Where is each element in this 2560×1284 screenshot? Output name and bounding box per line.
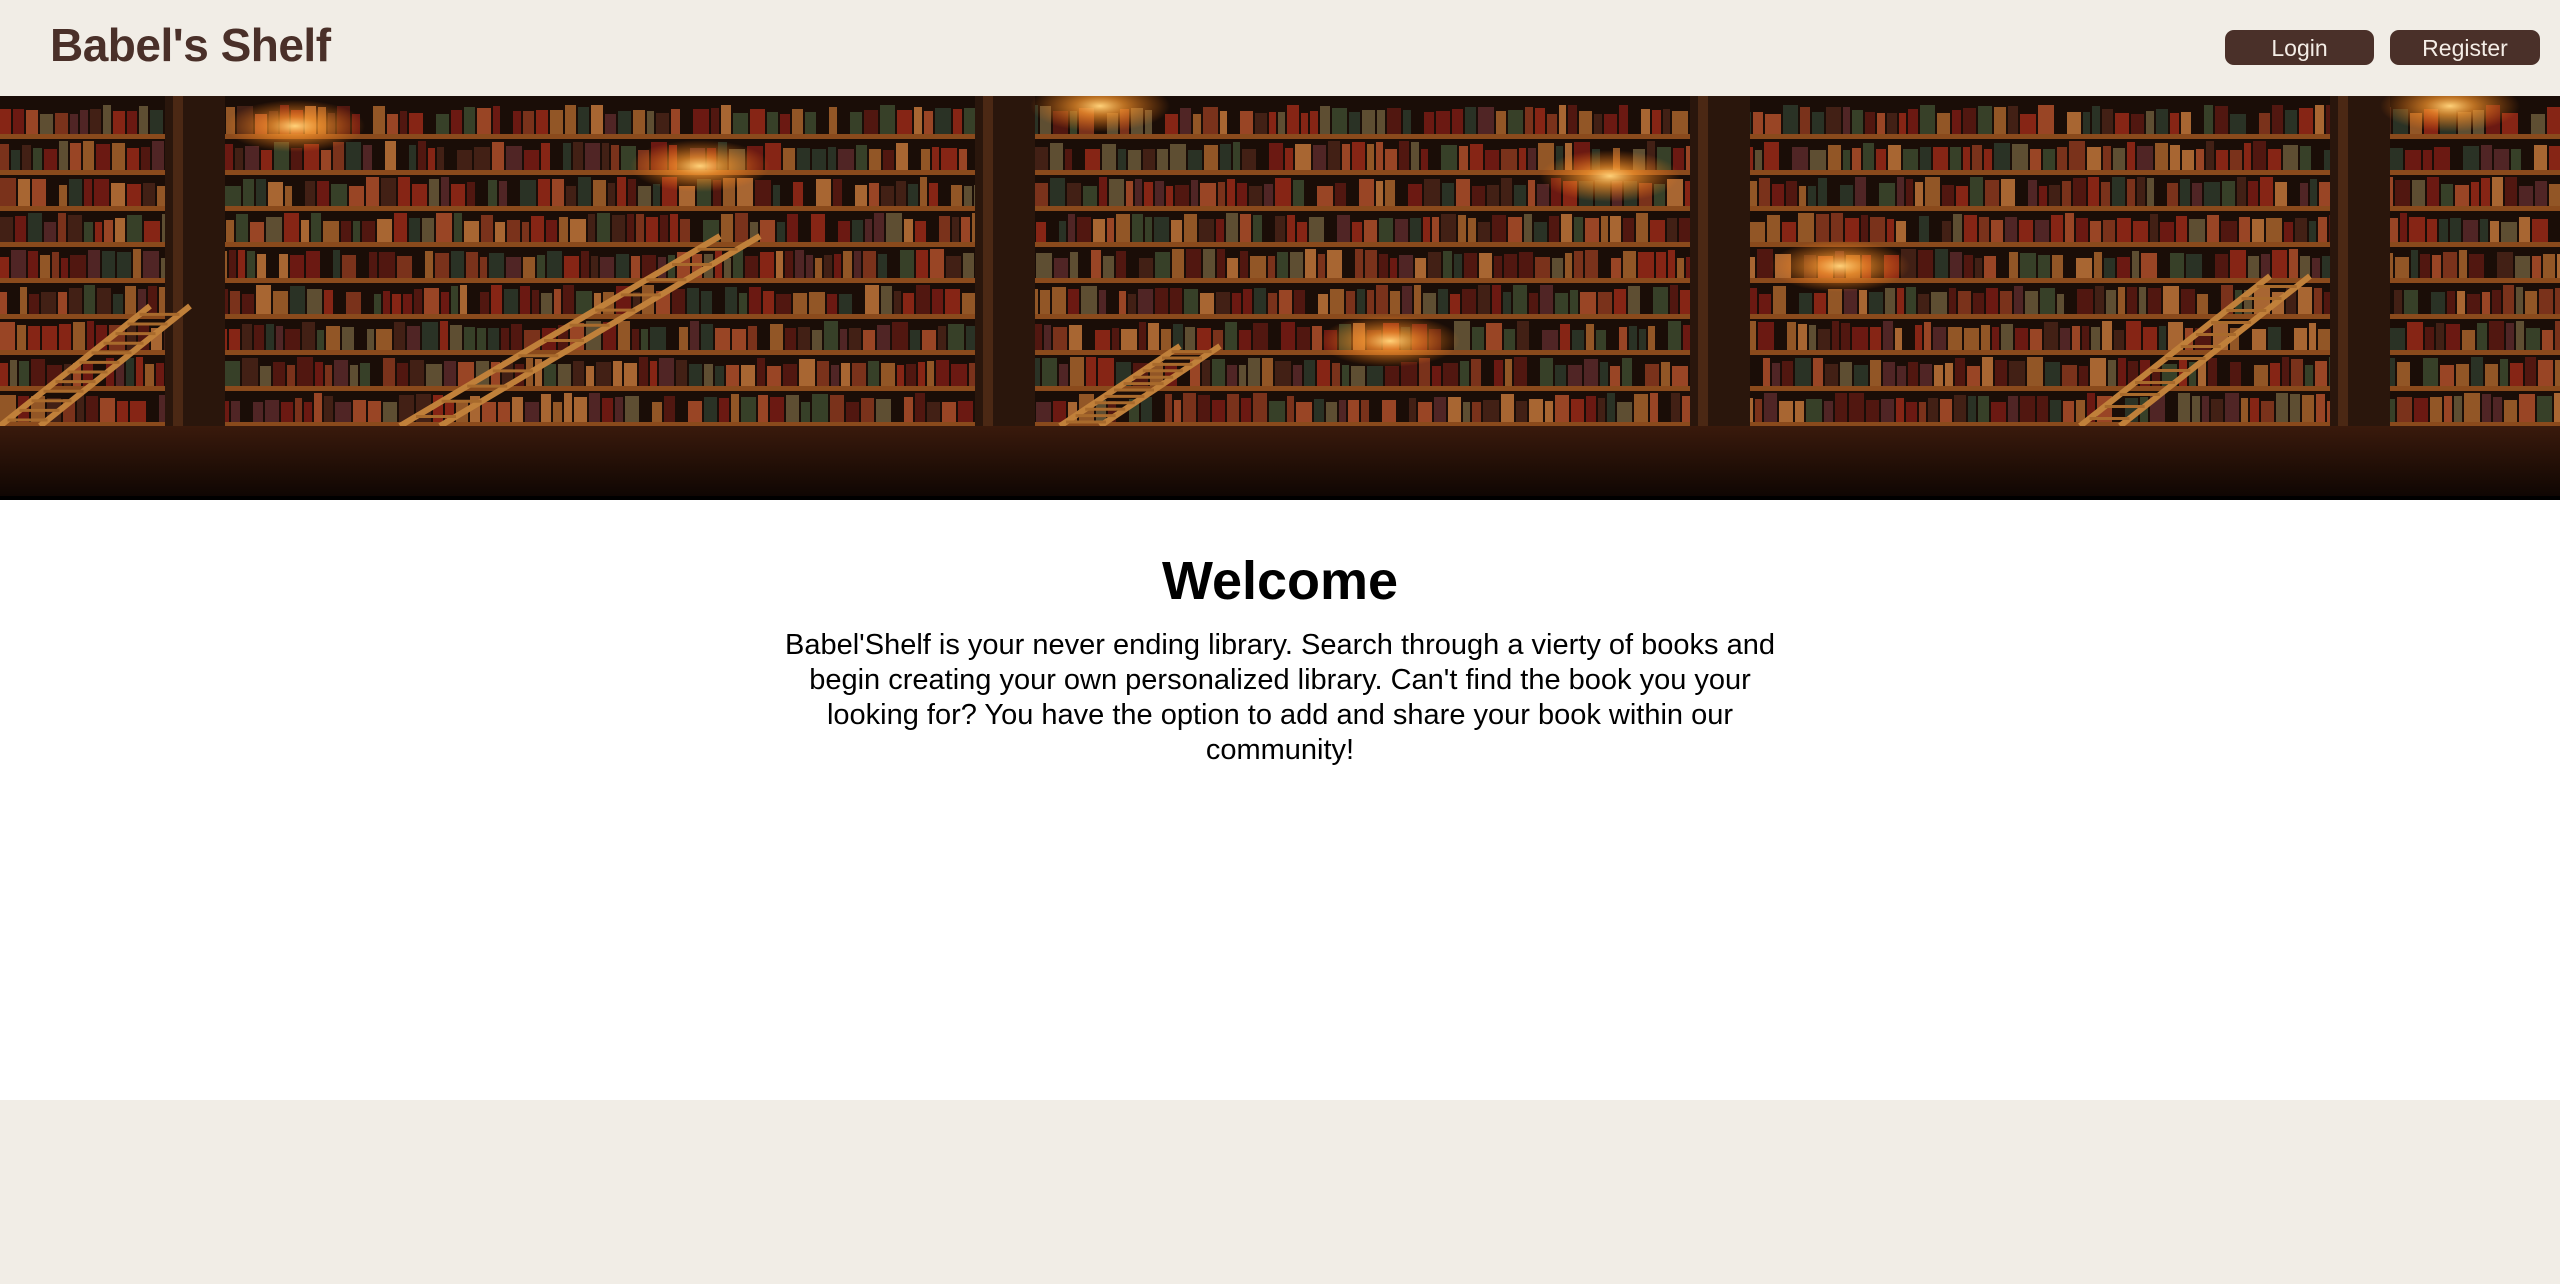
library-banner-image (0, 96, 2560, 500)
welcome-heading: Welcome (1161, 551, 1399, 611)
site-logo-title[interactable]: Babel's Shelf (50, 18, 331, 72)
register-button[interactable]: Register (2390, 30, 2540, 65)
login-button[interactable]: Login (2225, 30, 2374, 65)
site-header: Babel's Shelf Login Register (0, 0, 2560, 96)
site-footer (0, 1100, 2560, 1284)
main-content: Welcome Babel'Shelf is your never ending… (0, 500, 2560, 1100)
welcome-description: Babel'Shelf is your never ending library… (785, 629, 1775, 766)
